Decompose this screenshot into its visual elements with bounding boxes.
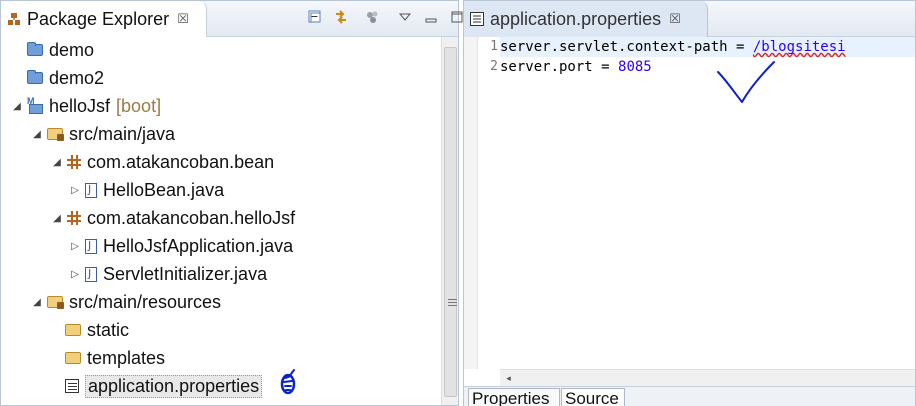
tree-item-demo[interactable]: demo [27, 37, 94, 63]
line-number-gutter: 1 2 [478, 37, 500, 369]
properties-editor: application.properties ☒ 1 2 server.serv… [463, 0, 916, 406]
expanded-arrow-icon[interactable]: ◢ [51, 213, 63, 224]
package-icon [67, 155, 81, 169]
tree-item-label: com.atakancoban.bean [87, 151, 275, 172]
view-menu-icon[interactable] [397, 9, 413, 25]
package-explorer-tab[interactable]: Package Explorer ☒ [1, 1, 207, 37]
package-explorer-toolbar [307, 9, 465, 25]
tree-item-hellojsfapplication[interactable]: ▷ HelloJsfApplication.java [69, 233, 293, 259]
pen-mark-annotation [280, 369, 296, 395]
package-explorer-tabbar: Package Explorer ☒ [1, 1, 463, 37]
tree-item-servletinitializer[interactable]: ▷ ServletInitializer.java [69, 261, 267, 287]
tree-item-label: static [87, 319, 130, 340]
tab-source[interactable]: Source [561, 388, 625, 406]
link-with-editor-icon[interactable] [333, 9, 349, 25]
grip-icon [448, 298, 457, 307]
tree-item-demo2[interactable]: demo2 [27, 65, 104, 91]
tree-item-label: application.properties [85, 374, 263, 398]
editor-bottom-tabs: Properties Source [464, 386, 915, 406]
line-number: 1 [490, 39, 498, 54]
java-file-icon [85, 238, 97, 254]
folder-icon [65, 352, 81, 364]
editor-tab-application-properties[interactable]: application.properties ☒ [464, 1, 708, 37]
folder-icon [65, 324, 81, 336]
editor-tabbar: application.properties ☒ [464, 1, 915, 37]
expanded-arrow-icon[interactable]: ◢ [51, 157, 63, 168]
tree-item-application-properties[interactable]: application.properties [65, 373, 263, 399]
tree-item-label: src/main/java [69, 123, 176, 144]
editor-tab-label: application.properties [490, 8, 662, 29]
line-number: 2 [490, 59, 498, 74]
minimize-icon[interactable] [423, 9, 439, 25]
expanded-arrow-icon[interactable]: ◢ [11, 101, 23, 112]
property-key: server.port [500, 59, 593, 75]
focus-icon[interactable] [365, 9, 381, 25]
property-separator: = [592, 59, 619, 75]
tree-item-hellojsf[interactable]: ◢ helloJsf [boot] [11, 93, 161, 119]
property-key: server.servlet.context-path [500, 39, 728, 55]
tree-item-package-bean[interactable]: ◢ com.atakancoban.bean [51, 149, 274, 175]
project-icon [27, 42, 43, 56]
package-icon [67, 211, 81, 225]
editor-ruler [464, 37, 478, 369]
tree-item-src-main-resources[interactable]: ◢ src/main/resources [31, 289, 221, 315]
editor-horizontal-scrollbar[interactable]: ◂ [500, 369, 915, 386]
scrollbar-thumb[interactable] [444, 47, 457, 397]
source-folder-icon [47, 128, 64, 141]
tree-item-label: ServletInitializer.java [103, 263, 268, 284]
properties-file-icon [470, 12, 484, 26]
boot-decoration: [boot] [116, 95, 162, 116]
tree-item-label: demo [49, 39, 95, 60]
java-file-icon [85, 182, 97, 198]
property-separator: = [727, 39, 753, 55]
boot-project-icon [27, 96, 43, 114]
java-file-icon [85, 266, 97, 282]
collapsed-arrow-icon[interactable]: ▷ [69, 269, 81, 280]
tree-item-label: templates [87, 347, 166, 368]
property-value: 8085 [618, 59, 652, 75]
collapse-all-icon[interactable] [307, 9, 323, 25]
code-area[interactable]: server.servlet.context-path = /blogsites… [500, 37, 915, 369]
expanded-arrow-icon[interactable]: ◢ [31, 129, 43, 140]
tree-item-label: demo2 [49, 67, 105, 88]
collapsed-arrow-icon[interactable]: ▷ [69, 185, 81, 196]
package-explorer-view: Package Explorer ☒ demo demo2 ◢ M helloJ… [0, 0, 463, 406]
tree-item-templates[interactable]: templates [65, 345, 165, 371]
properties-file-icon [65, 379, 79, 393]
package-explorer-icon [7, 12, 21, 26]
checkmark-annotation [717, 61, 775, 103]
close-icon[interactable]: ☒ [177, 11, 189, 27]
close-icon[interactable]: ☒ [669, 11, 681, 27]
collapsed-arrow-icon[interactable]: ▷ [69, 241, 81, 252]
tree-vertical-scrollbar[interactable] [441, 37, 458, 405]
tree-item-static[interactable]: static [65, 317, 129, 343]
code-line[interactable]: server.servlet.context-path = /blogsites… [500, 37, 915, 57]
tree-item-label: helloJsf [49, 95, 111, 116]
package-explorer-tab-label: Package Explorer [27, 8, 170, 29]
expanded-arrow-icon[interactable]: ◢ [31, 297, 43, 308]
tree-item-label: com.atakancoban.helloJsf [87, 207, 296, 228]
project-icon [27, 70, 43, 84]
tree-item-label: HelloJsfApplication.java [103, 235, 294, 256]
tree-item-label: src/main/resources [69, 291, 222, 312]
tab-properties[interactable]: Properties [468, 388, 560, 406]
property-value: /blogsitesi [752, 39, 846, 55]
tree-item-package-hellojsf[interactable]: ◢ com.atakancoban.helloJsf [51, 205, 295, 231]
source-folder-icon [47, 296, 64, 309]
code-line[interactable]: server.port = 8085 [500, 57, 915, 77]
scroll-left-icon[interactable]: ◂ [500, 370, 517, 386]
project-tree: demo demo2 ◢ helloJsf [boot] ◢ src/main/… [1, 37, 441, 405]
tree-item-hellobean[interactable]: ▷ HelloBean.java [69, 177, 224, 203]
tree-item-src-main-java[interactable]: ◢ src/main/java [31, 121, 175, 147]
tree-item-label: HelloBean.java [103, 179, 225, 200]
